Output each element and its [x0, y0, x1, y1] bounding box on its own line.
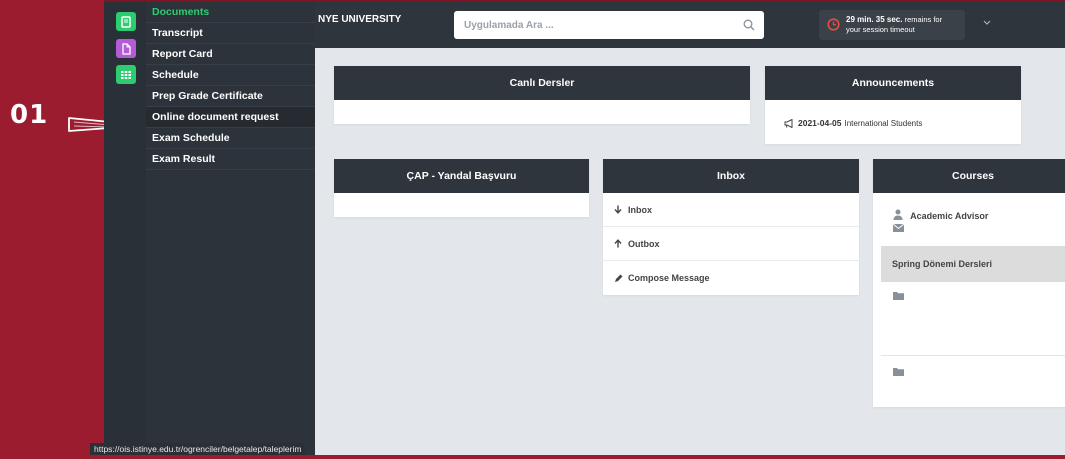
- course-term-header[interactable]: Spring Dönemi Dersleri: [881, 246, 1065, 282]
- announcements-panel: Announcements 2021-04-05 International S…: [765, 66, 1021, 144]
- course-divider: [881, 355, 1065, 356]
- menu-item-exam-schedule[interactable]: Exam Schedule: [146, 128, 315, 149]
- menu-item-online-document-request[interactable]: Online document request: [146, 107, 315, 128]
- arrow-down-icon: [614, 205, 622, 214]
- megaphone-icon: [784, 118, 793, 128]
- pencil-icon: [615, 274, 623, 282]
- chevron-down-icon[interactable]: [983, 20, 991, 26]
- session-remains: remains for: [904, 15, 943, 24]
- top-bar: NYE UNIVERSITY 29 min. 35 sec. remains f…: [315, 2, 1065, 48]
- menu-item-exam-result[interactable]: Exam Result: [146, 149, 315, 170]
- search-icon[interactable]: [743, 19, 755, 31]
- book-icon[interactable]: [116, 12, 136, 31]
- session-timeout-text: 29 min. 35 sec. remains for your session…: [846, 15, 942, 35]
- session-time: 29 min. 35 sec.: [846, 15, 903, 24]
- folder-icon[interactable]: [893, 368, 904, 376]
- announcement-item[interactable]: 2021-04-05 International Students: [784, 118, 922, 128]
- menu-item-report-card[interactable]: Report Card: [146, 44, 315, 65]
- announcement-date: 2021-04-05: [798, 118, 842, 128]
- session-timer: 29 min. 35 sec. remains for your session…: [819, 10, 965, 40]
- inbox-label: Inbox: [628, 204, 652, 215]
- search-box: [454, 11, 764, 39]
- menu-item-transcript[interactable]: Transcript: [146, 23, 315, 44]
- inbox-title: Inbox: [603, 159, 859, 193]
- cap-panel: ÇAP - Yandal Başvuru: [334, 159, 589, 217]
- menu-item-documents[interactable]: Documents: [146, 2, 315, 23]
- announcements-title: Announcements: [765, 66, 1021, 100]
- folder-icon[interactable]: [893, 292, 904, 300]
- user-icon: [893, 209, 903, 220]
- step-number-label: 01: [10, 100, 49, 130]
- clock-icon: [827, 18, 840, 31]
- academic-advisor-label: Academic Advisor: [910, 211, 989, 221]
- academic-advisor[interactable]: Academic Advisor: [893, 209, 988, 221]
- icon-bar: [104, 2, 146, 455]
- documents-menu: Documents Transcript Report Card Schedul…: [146, 2, 315, 455]
- live-lessons-title: Canlı Dersler: [334, 66, 750, 100]
- app-window: Documents Transcript Report Card Schedul…: [104, 0, 1065, 455]
- outbox-label: Outbox: [628, 238, 660, 249]
- courses-title: Courses: [873, 159, 1065, 193]
- session-timeout-line: your session timeout: [846, 25, 915, 34]
- inbox-panel: Inbox Inbox Outbox Compose Message: [603, 159, 859, 295]
- compose-message-label: Compose Message: [628, 273, 710, 283]
- cap-title: ÇAP - Yandal Başvuru: [334, 159, 589, 193]
- inbox-link[interactable]: Inbox: [603, 193, 859, 227]
- outbox-link[interactable]: Outbox: [603, 227, 859, 261]
- frame-bottom-strip: [0, 455, 1065, 459]
- courses-panel: Courses Academic Advisor Spring Dönemi D…: [873, 159, 1065, 407]
- envelope-icon[interactable]: [893, 224, 904, 232]
- university-name: NYE UNIVERSITY: [318, 14, 402, 25]
- compose-message-link[interactable]: Compose Message: [603, 261, 859, 295]
- arrow-up-icon: [614, 239, 622, 248]
- announcement-text: International Students: [844, 118, 923, 128]
- menu-item-schedule[interactable]: Schedule: [146, 65, 315, 86]
- document-icon[interactable]: [116, 39, 136, 58]
- menu-item-prep-grade-certificate[interactable]: Prep Grade Certificate: [146, 86, 315, 107]
- live-lessons-panel: Canlı Dersler: [334, 66, 750, 124]
- grid-icon[interactable]: [116, 65, 136, 84]
- search-input[interactable]: [454, 11, 724, 39]
